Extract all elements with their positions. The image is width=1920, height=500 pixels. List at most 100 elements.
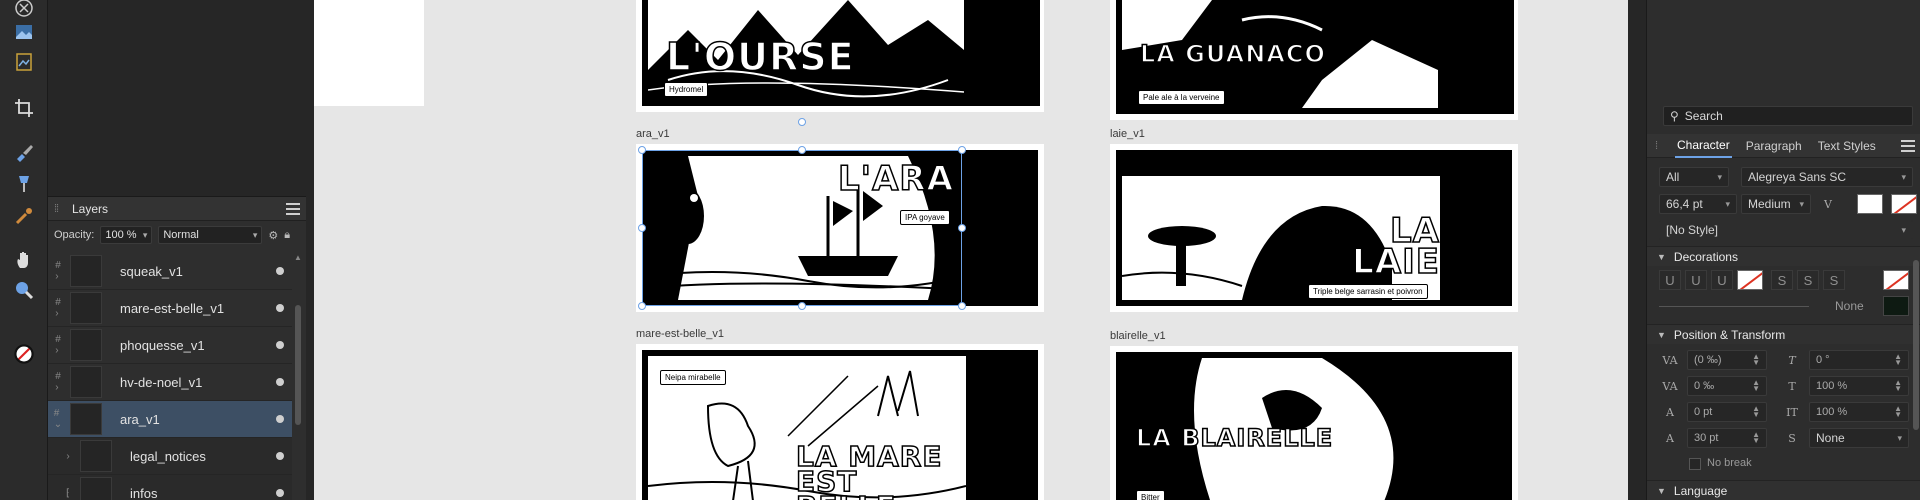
- double-underline-icon[interactable]: U: [1685, 270, 1707, 290]
- panel-menu-icon[interactable]: [286, 202, 300, 215]
- color-swatch-icon[interactable]: [8, 338, 40, 370]
- artboard-label[interactable]: laie_v1: [1110, 128, 1145, 140]
- resize-handle[interactable]: [798, 146, 806, 154]
- text-color-icon[interactable]: V: [1817, 194, 1839, 214]
- panel-scrollbar[interactable]: [1913, 260, 1919, 430]
- decorations-section[interactable]: ▼ Decorations: [1647, 246, 1920, 266]
- font-family-select[interactable]: Alegreya Sans SC ▾: [1741, 167, 1913, 187]
- artboard-blairelle[interactable]: LA BLAIRELLE Bitter: [1110, 346, 1518, 500]
- document-canvas[interactable]: L'OURSE Hydromel LA GUANACO Pale ale à l…: [314, 0, 1628, 500]
- baseline-field[interactable]: 0 pt ▲ ▼: [1687, 402, 1767, 422]
- resize-handle[interactable]: [958, 224, 966, 232]
- line-preview: [1659, 306, 1809, 307]
- artboard-label[interactable]: ara_v1: [636, 128, 670, 140]
- vertical-scale-field[interactable]: 100 % ▲ ▼: [1809, 402, 1909, 422]
- stepper-icon[interactable]: ▲ ▼: [1894, 405, 1902, 419]
- crop-icon[interactable]: [10, 94, 38, 122]
- line-color-swatch[interactable]: [1883, 296, 1909, 316]
- underline-alt-icon[interactable]: U: [1711, 270, 1733, 290]
- scroll-thumb[interactable]: [295, 305, 301, 425]
- layer-row[interactable]: # › squeak_v1: [48, 253, 292, 290]
- line-style-value[interactable]: None: [1835, 299, 1864, 313]
- stepper-icon[interactable]: ▲ ▼: [1894, 379, 1902, 393]
- font-weight-select[interactable]: Medium ▾: [1741, 194, 1811, 214]
- resize-handle[interactable]: [798, 302, 806, 310]
- visibility-dot-icon[interactable]: [276, 341, 284, 349]
- strike-color-swatch[interactable]: [1883, 270, 1909, 290]
- stepper-icon[interactable]: ▲ ▼: [1894, 353, 1902, 367]
- language-section[interactable]: ▼ Language: [1647, 480, 1920, 500]
- strikethrough-alt-icon[interactable]: S: [1823, 270, 1845, 290]
- visibility-dot-icon[interactable]: [276, 452, 284, 460]
- search-input[interactable]: ⚲ Search: [1663, 106, 1913, 126]
- resize-handle[interactable]: [958, 146, 966, 154]
- drag-grip-icon[interactable]: ⁞⁞: [54, 203, 62, 215]
- selection-box[interactable]: [642, 150, 962, 306]
- artboard-laie[interactable]: LA LAIE Triple belge sarrasin et poivron: [1110, 144, 1518, 312]
- artboard-label[interactable]: mare-est-belle_v1: [636, 328, 724, 340]
- resize-handle[interactable]: [638, 146, 646, 154]
- scope-select[interactable]: All ▾: [1659, 167, 1729, 187]
- tracking-field[interactable]: (0 ‰) ▲ ▼: [1687, 350, 1767, 370]
- panel-menu-icon[interactable]: [1901, 139, 1915, 152]
- layers-scrollbar[interactable]: ▲: [294, 253, 302, 500]
- position-transform-section[interactable]: ▼ Position & Transform: [1647, 324, 1920, 344]
- artboard-ara[interactable]: L'ARA IPA goyave: [636, 118, 1044, 312]
- artboard-mare[interactable]: Neipa mirabelle LA MARE EST BELLE: [636, 344, 1044, 500]
- stepper-icon[interactable]: ▲ ▼: [1752, 353, 1760, 367]
- zoom-tool-icon[interactable]: [10, 276, 38, 304]
- no-break-checkbox[interactable]: [1689, 458, 1701, 470]
- place-image-icon[interactable]: [10, 18, 38, 46]
- strikethrough-icon[interactable]: S: [1771, 270, 1793, 290]
- drag-grip-icon[interactable]: ⁞: [1655, 140, 1663, 152]
- visibility-dot-icon[interactable]: [276, 304, 284, 312]
- opacity-select[interactable]: 100 % ▾: [100, 226, 153, 244]
- stepper-icon[interactable]: ▲ ▼: [1752, 405, 1760, 419]
- visibility-dot-icon[interactable]: [276, 378, 284, 386]
- rotation-handle[interactable]: [798, 118, 806, 126]
- stepper-icon[interactable]: ▲ ▼: [1752, 431, 1760, 445]
- visibility-dot-icon[interactable]: [276, 489, 284, 497]
- layer-row-selected[interactable]: # ⌄ ara_v1: [48, 401, 292, 438]
- visibility-dot-icon[interactable]: [276, 415, 284, 423]
- gear-icon[interactable]: ⚙: [268, 229, 278, 242]
- shear-field[interactable]: 0 ° ▲ ▼: [1809, 350, 1909, 370]
- font-size-select[interactable]: 66,4 pt ▾: [1659, 194, 1737, 214]
- text-stroke-swatch[interactable]: [1891, 194, 1917, 214]
- typography-select[interactable]: None ▾: [1809, 428, 1909, 448]
- visibility-dot-icon[interactable]: [276, 267, 284, 275]
- style-select[interactable]: [No Style] ▾: [1659, 220, 1913, 240]
- layer-row[interactable]: ⁅ infos: [48, 475, 292, 500]
- strikethrough-double-icon[interactable]: S: [1797, 270, 1819, 290]
- layer-row[interactable]: # › mare-est-belle_v1: [48, 290, 292, 327]
- kerning-field[interactable]: 0 ‰ ▲ ▼: [1687, 376, 1767, 396]
- horizontal-scale-field[interactable]: 100 % ▲ ▼: [1809, 376, 1909, 396]
- underline-icon[interactable]: U: [1659, 270, 1681, 290]
- layer-row[interactable]: › legal_notices: [48, 438, 292, 475]
- text-fill-swatch[interactable]: [1857, 194, 1883, 214]
- leading-field[interactable]: 30 pt ▲ ▼: [1687, 428, 1767, 448]
- layer-row[interactable]: # › hv-de-noel_v1: [48, 364, 292, 401]
- scroll-up-icon[interactable]: ▲: [294, 253, 302, 262]
- artboard[interactable]: L'OURSE Hydromel: [636, 0, 1044, 112]
- layers-tab[interactable]: Layers: [72, 202, 108, 216]
- tab-paragraph[interactable]: Paragraph: [1744, 135, 1804, 157]
- tab-character[interactable]: Character: [1675, 134, 1732, 158]
- fill-tool-icon[interactable]: [10, 170, 38, 198]
- artboard[interactable]: LA GUANACO Pale ale à la verveine: [1110, 0, 1518, 120]
- resize-handle[interactable]: [958, 302, 966, 310]
- stepper-icon[interactable]: ▲ ▼: [1752, 379, 1760, 393]
- artboard-label[interactable]: blairelle_v1: [1110, 330, 1166, 342]
- lock-icon[interactable]: 🔒︎: [284, 229, 290, 242]
- paint-brush-icon[interactable]: [10, 138, 38, 166]
- resize-handle[interactable]: [638, 302, 646, 310]
- blend-mode-select[interactable]: Normal ▾: [158, 226, 263, 244]
- tab-text-styles[interactable]: Text Styles: [1816, 135, 1878, 157]
- resize-handle[interactable]: [638, 224, 646, 232]
- underline-color-swatch[interactable]: [1737, 270, 1763, 290]
- layer-row[interactable]: # › phoquesse_v1: [48, 327, 292, 364]
- expand-chevron-icon[interactable]: ›: [58, 438, 78, 475]
- hand-tool-icon[interactable]: [10, 246, 38, 274]
- color-picker-icon[interactable]: [10, 202, 38, 230]
- image-frame-icon[interactable]: [10, 48, 38, 76]
